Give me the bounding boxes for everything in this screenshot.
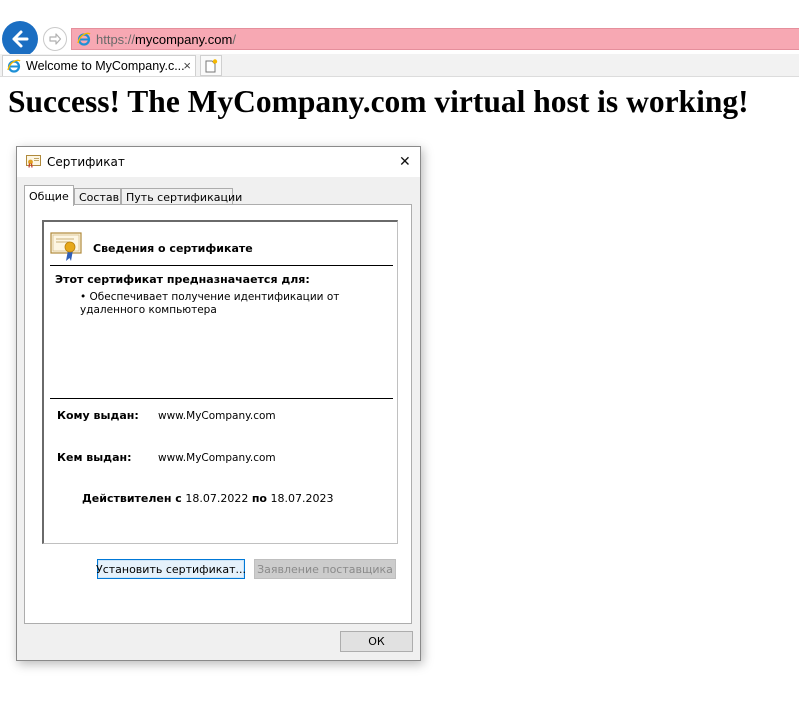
- purpose-heading: Этот сертификат предназначается для:: [55, 273, 310, 286]
- valid-to-date: 18.07.2023: [270, 492, 334, 505]
- page-heading: Success! The MyCompany.com virtual host …: [8, 84, 749, 119]
- certificate-icon: [26, 155, 41, 168]
- ie-logo-icon: [77, 32, 91, 46]
- back-button[interactable]: [2, 21, 38, 57]
- browser-tab[interactable]: Welcome to MyCompany.c... ×: [2, 55, 196, 76]
- certificate-icon: [50, 232, 82, 261]
- valid-to-label: по: [251, 492, 267, 505]
- certificate-info-title: Сведения о сертификате: [93, 242, 253, 255]
- general-tab-panel: Сведения о сертификате Этот сертификат п…: [24, 204, 412, 624]
- back-arrow-icon: [12, 30, 29, 48]
- close-tab-icon[interactable]: ×: [183, 58, 191, 73]
- ok-button[interactable]: ОК: [340, 631, 413, 652]
- issued-to-value: www.MyCompany.com: [158, 410, 276, 422]
- tab-details[interactable]: Состав: [74, 188, 121, 205]
- close-icon[interactable]: ✕: [399, 154, 411, 170]
- url-host: mycompany.com: [135, 31, 233, 47]
- dialog-title: Сертификат: [47, 155, 125, 169]
- forward-button[interactable]: [43, 27, 67, 51]
- tab-certification-path[interactable]: Путь сертификации: [121, 188, 242, 205]
- tab-strip: Welcome to MyCompany.c... ×: [0, 54, 799, 77]
- issuer-statement-button: Заявление поставщика: [254, 559, 396, 579]
- issued-to-label: Кому выдан:: [57, 409, 139, 422]
- new-tab-button[interactable]: [200, 55, 222, 76]
- url-path: /: [232, 31, 236, 47]
- certificate-dialog: Сертификат ✕ Общие Состав Путь сертифика…: [16, 146, 421, 661]
- dialog-titlebar: Сертификат ✕: [17, 147, 420, 177]
- url-scheme: https://: [96, 31, 136, 47]
- purpose-item: • Обеспечивает получение идентификации о…: [80, 291, 340, 316]
- issued-by-label: Кем выдан:: [57, 451, 132, 464]
- separator: [50, 265, 393, 266]
- url-text: https://mycompany.com/: [96, 32, 236, 47]
- install-certificate-button[interactable]: Установить сертификат...: [96, 559, 246, 579]
- valid-from-date: 18.07.2022: [185, 492, 249, 505]
- new-tab-icon: [205, 58, 218, 72]
- ie-logo-icon: [7, 59, 21, 73]
- certificate-info-box: Сведения о сертификате Этот сертификат п…: [42, 220, 398, 544]
- tab-title: Welcome to MyCompany.c...: [26, 59, 185, 73]
- issued-by-value: www.MyCompany.com: [158, 452, 276, 464]
- valid-from-label: Действителен с: [82, 492, 182, 505]
- forward-arrow-icon: [49, 33, 62, 45]
- separator: [50, 398, 393, 399]
- address-bar[interactable]: https://mycompany.com/: [71, 28, 799, 50]
- validity-period: Действителен с 18.07.2022 по 18.07.2023: [82, 492, 333, 505]
- tab-general[interactable]: Общие: [24, 185, 74, 206]
